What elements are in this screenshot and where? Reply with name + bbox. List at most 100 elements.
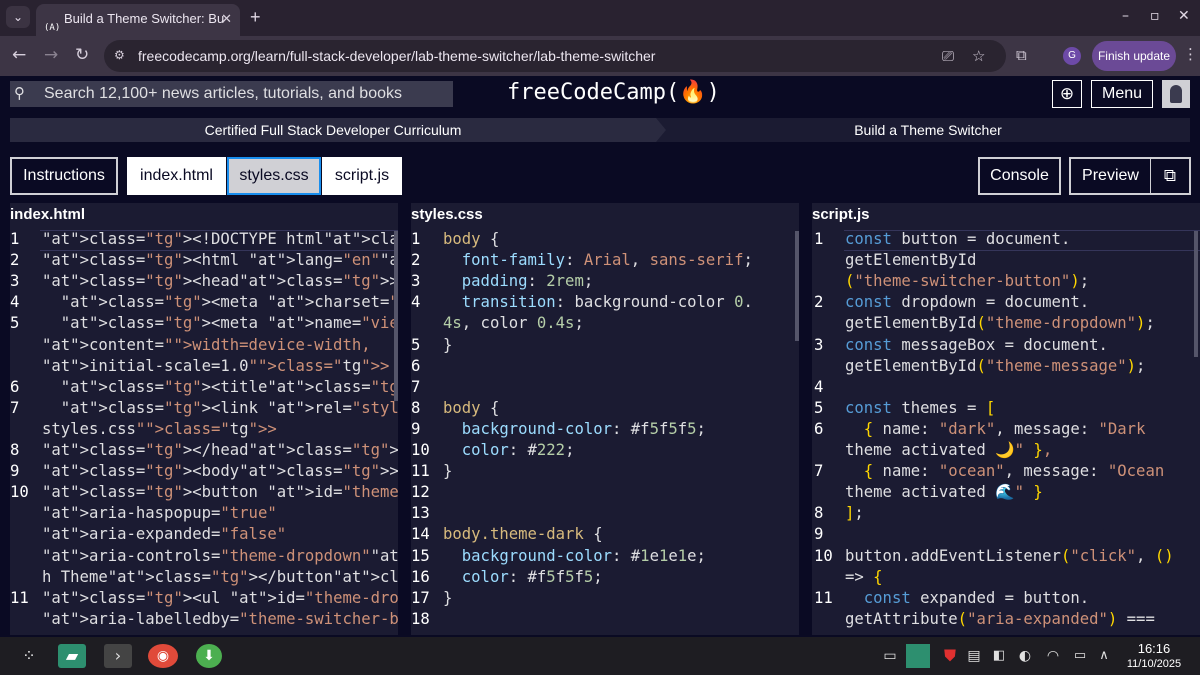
breadcrumb-lesson[interactable]: Build a Theme Switcher (666, 118, 1190, 142)
code-line[interactable]: font-family: Arial, sans-serif; (443, 251, 753, 269)
battery-icon[interactable]: ▭ (1068, 644, 1092, 668)
files-app-icon[interactable]: ▰ (58, 644, 86, 668)
code-line[interactable]: } (443, 589, 452, 607)
code-line[interactable]: { name: "dark", message: "Dark (845, 420, 1146, 438)
code-line[interactable]: } (443, 462, 452, 480)
preview-popout-icon[interactable]: ⧉ (1150, 157, 1191, 195)
tab-close-icon[interactable]: ✕ (221, 4, 232, 34)
forward-arrow-icon[interactable]: → (44, 45, 58, 65)
minimize-icon[interactable]: – (1122, 8, 1129, 24)
code-line[interactable]: "at">initial-scale=1.0"">class="tg">> (42, 357, 389, 375)
code-line[interactable]: getElementById (845, 251, 976, 269)
code-line[interactable]: const themes = [ (845, 399, 995, 417)
code-line[interactable]: ]; (845, 504, 864, 522)
code-line[interactable]: const button = document. (845, 230, 1070, 248)
code-line[interactable]: "at">class="tg"><html "at">lang="en""at"… (42, 251, 398, 269)
code-line[interactable]: styles.css"">class="tg">> (42, 420, 277, 438)
address-bar[interactable]: ⚙ freecodecamp.org/learn/full-stack-deve… (104, 40, 1006, 72)
site-info-icon[interactable]: ⚙ (114, 48, 130, 64)
code-line[interactable]: "at">aria-expanded="false" (42, 525, 286, 543)
notification-icon[interactable]: ◧ (990, 644, 1008, 668)
code-line[interactable]: => { (845, 568, 883, 586)
launcher-icon[interactable]: ⁘ (16, 644, 42, 668)
code-line[interactable]: "at">class="tg"><body"at">class="tg">> (42, 462, 398, 480)
install-app-icon[interactable]: ⎚ (942, 47, 954, 65)
tab-search-chevron-icon[interactable]: ⌄ (6, 6, 30, 28)
wifi-icon[interactable]: ◠ (1042, 644, 1064, 668)
breadcrumb-curriculum[interactable]: Certified Full Stack Developer Curriculu… (10, 118, 656, 142)
window-close-icon[interactable]: ✕ (1178, 8, 1190, 24)
js-scrollbar[interactable] (1194, 231, 1198, 357)
code-line[interactable]: "at">class="tg"><button "at">id="theme-s… (42, 483, 398, 501)
code-line[interactable]: "at">content="">width=device-width, (42, 336, 371, 354)
maximize-icon[interactable]: ▫ (1150, 8, 1160, 24)
show-desktop-icon[interactable]: ▭ (880, 644, 900, 668)
tab-index-html[interactable]: index.html (127, 157, 226, 195)
html-editor-pane[interactable]: index.html 1 "at">class="tg"><!DOCTYPE ht… (10, 203, 398, 635)
code-line[interactable]: { name: "ocean", message: "Ocean (845, 462, 1164, 480)
code-line[interactable]: button.addEventListener("click", () (845, 547, 1174, 565)
js-editor-pane[interactable]: script.js 1 const button = document. getEl… (812, 203, 1200, 635)
code-line[interactable]: color: #222; (443, 441, 575, 459)
code-line[interactable]: "at">aria-controls="theme-dropdown""at">… (42, 547, 398, 565)
code-line[interactable]: theme activated 🌊" } (845, 483, 1043, 501)
code-line[interactable]: "at">class="tg"><meta "at">charset="UTF-… (42, 293, 398, 311)
window-thumbnail-icon[interactable] (906, 644, 930, 668)
code-line[interactable]: color: #f5f5f5; (443, 568, 603, 586)
code-line[interactable]: body { (443, 230, 499, 248)
code-line[interactable]: "at">class="tg"></head"at">class="tg">> (42, 441, 398, 459)
code-line[interactable]: getAttribute("aria-expanded") === (845, 610, 1155, 628)
code-line[interactable]: theme activated 🌙" }, (845, 441, 1052, 459)
tab-script-js[interactable]: script.js (322, 157, 402, 195)
finish-update-button[interactable]: Finish update (1092, 41, 1176, 71)
download-manager-icon[interactable]: ⬇ (196, 644, 222, 668)
preview-button[interactable]: Preview (1069, 157, 1151, 195)
code-line[interactable]: background-color: #1e1e1e; (443, 547, 706, 565)
code-line[interactable]: const messageBox = document. (845, 336, 1108, 354)
instructions-button[interactable]: Instructions (10, 157, 118, 195)
clipboard-icon[interactable]: ▤ (964, 644, 984, 668)
fcc-logo[interactable]: freeCodeCamp(🔥) (507, 80, 720, 105)
code-line[interactable]: "at">class="tg"><meta "at">name="viewpor… (42, 314, 398, 332)
code-line[interactable]: "at">class="tg"><!DOCTYPE html"at">class… (42, 230, 398, 248)
code-line[interactable]: body.theme-dark { (443, 525, 603, 543)
code-line[interactable]: h Theme"at">class="tg"></button"at">clas… (42, 568, 398, 586)
vpn-icon[interactable]: ◐ (1015, 644, 1035, 668)
language-globe-icon[interactable]: ⊕ (1052, 80, 1082, 108)
browser-tab[interactable]: (A) Build a Theme Switcher: Bu ✕ (36, 4, 240, 36)
code-line[interactable]: "at">class="tg"><link "at">rel="styleshe… (42, 399, 398, 417)
back-arrow-icon[interactable]: ← (12, 45, 26, 65)
chrome-icon[interactable]: ◉ (148, 644, 178, 668)
bookmark-star-icon[interactable]: ☆ (972, 47, 985, 65)
console-button[interactable]: Console (978, 157, 1061, 195)
code-line[interactable]: 4s, color 0.4s; (443, 314, 584, 332)
code-line[interactable]: padding: 2rem; (443, 272, 593, 290)
code-line[interactable]: body { (443, 399, 499, 417)
code-line[interactable]: } (443, 336, 452, 354)
code-line[interactable]: background-color: #f5f5f5; (443, 420, 706, 438)
code-line[interactable]: const expanded = button. (845, 589, 1089, 607)
profile-avatar[interactable]: G (1063, 47, 1081, 65)
code-line[interactable]: "at">class="tg"><head"at">class="tg">> (42, 272, 398, 290)
code-line[interactable]: transition: background-color 0. (443, 293, 753, 311)
code-line[interactable]: "at">class="tg"><title"at">class="tg">>T… (42, 378, 398, 396)
user-avatar[interactable] (1162, 80, 1190, 108)
clock[interactable]: 16:16 11/10/2025 (1118, 641, 1190, 671)
tray-expand-chevron-icon[interactable]: ∧ (1095, 644, 1113, 668)
code-line[interactable]: ("theme-switcher-button"); (845, 272, 1089, 290)
pane-divider[interactable] (799, 203, 805, 635)
shield-icon[interactable]: ⛊ (940, 644, 960, 668)
code-line[interactable]: "at">class="tg"><ul "at">id="theme-dropd… (42, 589, 398, 607)
more-menu-icon[interactable]: ⋮ (1183, 45, 1198, 63)
code-line[interactable]: "at">aria-labelledby="theme-switcher-but… (42, 610, 398, 628)
code-line[interactable]: getElementById("theme-dropdown"); (845, 314, 1155, 332)
css-editor-pane[interactable]: styles.css 1 body {2 font-family: Arial, … (411, 203, 799, 635)
pane-divider[interactable] (398, 203, 404, 635)
search-input[interactable]: ⚲ Search 12,100+ news articles, tutorial… (10, 81, 453, 107)
menu-button[interactable]: Menu (1091, 80, 1153, 108)
terminal-icon[interactable]: › (104, 644, 132, 668)
code-line[interactable]: const dropdown = document. (845, 293, 1089, 311)
extensions-icon[interactable]: ⧉ (1016, 46, 1027, 64)
reload-icon[interactable]: ↻ (75, 45, 89, 65)
new-tab-plus-icon[interactable]: + (250, 6, 261, 28)
